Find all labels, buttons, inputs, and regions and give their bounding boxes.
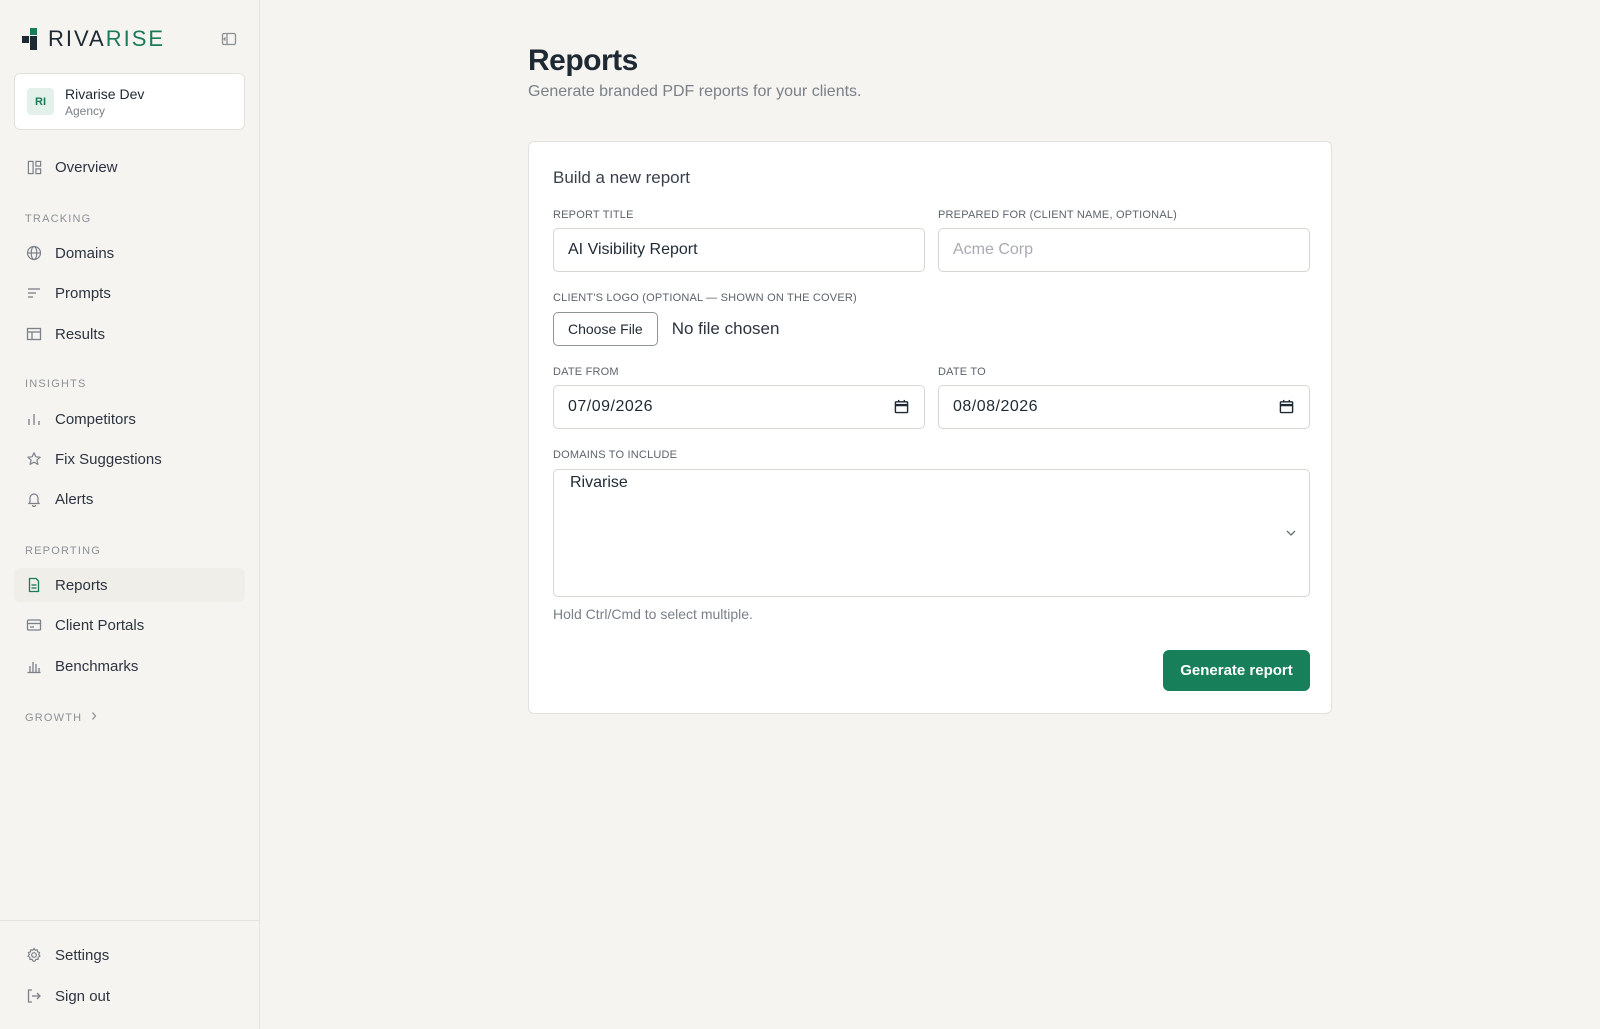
bell-icon — [26, 491, 42, 507]
document-icon — [26, 577, 42, 593]
sidebar-item-label: Overview — [55, 158, 118, 176]
date-from-value: 07/09/2026 — [568, 398, 654, 415]
multiselect-hint: Hold Ctrl/Cmd to select multiple. — [553, 606, 753, 622]
sidebar-item-reports[interactable]: Reports — [14, 568, 245, 602]
sidebar-item-label: Settings — [55, 946, 110, 964]
bar-chart-icon — [26, 411, 42, 427]
gear-icon — [26, 947, 42, 963]
sidebar-item-label: Domains — [55, 244, 115, 262]
sidebar-item-label: Competitors — [55, 410, 136, 428]
sidebar-item-fix-suggestions[interactable]: Fix Suggestions — [14, 442, 245, 476]
sidebar-item-label: Alerts — [55, 490, 94, 508]
sidebar-item-label: Sign out — [55, 987, 111, 1005]
logo-text-part2: RISE — [105, 26, 166, 51]
page-subtitle: Generate branded PDF reports for your cl… — [528, 83, 862, 100]
date-to-label: DATE TO — [938, 366, 986, 378]
dashboard-icon — [26, 159, 42, 175]
sidebar-item-label: Fix Suggestions — [55, 450, 162, 468]
sidebar-item-competitors[interactable]: Competitors — [14, 402, 245, 436]
sidebar-item-domains[interactable]: Domains — [14, 236, 245, 270]
logo[interactable]: RIVARISE — [22, 26, 165, 52]
date-to-value: 08/08/2026 — [953, 398, 1039, 415]
report-title-label: REPORT TITLE — [553, 209, 634, 221]
section-label-reporting: REPORTING — [25, 545, 101, 557]
choose-file-button[interactable]: Choose File — [553, 312, 658, 346]
prepared-for-input[interactable] — [938, 228, 1310, 272]
date-from-input[interactable]: 07/09/2026 — [553, 385, 925, 429]
sidebar-item-label: Results — [55, 325, 106, 343]
section-label-growth-text: GROWTH — [25, 711, 83, 724]
brand-row: RIVARISE — [22, 26, 238, 52]
date-to-input[interactable]: 08/08/2026 — [938, 385, 1310, 429]
sidebar-divider — [0, 920, 260, 921]
domain-option[interactable]: Rivarise — [570, 474, 628, 492]
calendar-icon[interactable] — [894, 399, 910, 415]
sidebar-item-label: Prompts — [55, 284, 111, 302]
sidebar-item-sign-out[interactable]: Sign out — [14, 979, 245, 1013]
sign-out-icon — [26, 988, 42, 1004]
file-picker: Choose File No file chosen — [553, 312, 779, 346]
sidebar-item-label: Client Portals — [55, 616, 145, 634]
account-role: Agency — [65, 103, 106, 118]
account-switcher[interactable]: RI Rivarise Dev Agency — [14, 73, 245, 130]
prepared-for-label: PREPARED FOR (CLIENT NAME, OPTIONAL) — [938, 209, 1178, 221]
sidebar-item-overview[interactable]: Overview — [14, 150, 245, 184]
sidebar-item-settings[interactable]: Settings — [14, 938, 245, 972]
domains-multiselect[interactable]: Rivarise — [553, 469, 1310, 597]
sidebar-item-alerts[interactable]: Alerts — [14, 482, 245, 516]
star-icon — [26, 451, 42, 467]
chevron-down-icon — [1285, 526, 1299, 540]
client-logo-label: CLIENT'S LOGO (OPTIONAL — SHOWN ON THE C… — [553, 292, 857, 304]
bar-chart-icon — [26, 658, 42, 674]
logo-text: RIVARISE — [48, 26, 165, 52]
page-title: Reports — [528, 44, 638, 77]
table-icon — [26, 326, 42, 342]
account-name: Rivarise Dev — [65, 85, 145, 102]
sidebar-item-results[interactable]: Results — [14, 317, 245, 351]
section-label-insights: INSIGHTS — [25, 378, 87, 390]
sidebar-item-benchmarks[interactable]: Benchmarks — [14, 649, 245, 683]
file-status: No file chosen — [671, 319, 780, 338]
sidebar-item-label: Benchmarks — [55, 657, 139, 675]
sidebar-item-prompts[interactable]: Prompts — [14, 276, 245, 310]
section-label-growth[interactable]: GROWTH — [25, 711, 98, 724]
report-title-input[interactable] — [553, 228, 925, 272]
report-builder-card: Build a new report REPORT TITLE PREPARED… — [528, 141, 1332, 714]
domains-label: DOMAINS TO INCLUDE — [553, 449, 678, 461]
section-label-tracking: TRACKING — [25, 213, 92, 225]
logo-mark-icon — [22, 28, 44, 50]
lines-icon — [26, 285, 42, 301]
date-from-label: DATE FROM — [553, 366, 619, 378]
generate-report-button[interactable]: Generate report — [1163, 650, 1310, 691]
sidebar-item-client-portals[interactable]: Client Portals — [14, 608, 245, 642]
globe-icon — [26, 245, 42, 261]
sidebar: RIVARISE RI Rivarise Dev Agency Overview… — [0, 0, 260, 1029]
sidebar-collapse-icon[interactable] — [220, 30, 238, 48]
card-title: Build a new report — [553, 168, 691, 187]
sidebar-item-label: Reports — [55, 576, 108, 594]
avatar: RI — [27, 88, 54, 115]
card-icon — [26, 617, 42, 633]
chevron-right-icon — [90, 711, 98, 724]
logo-text-part1: RIVA — [48, 26, 106, 51]
calendar-icon[interactable] — [1279, 399, 1295, 415]
